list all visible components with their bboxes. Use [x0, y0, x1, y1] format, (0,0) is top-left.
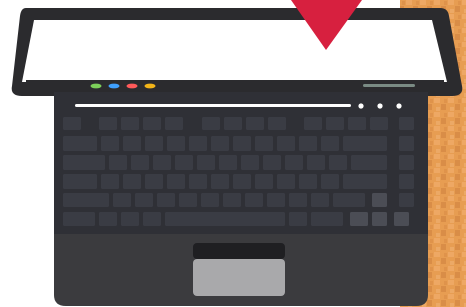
keyboard-key[interactable]: [211, 174, 229, 189]
taskbar-dot: [144, 83, 156, 89]
keyboard-key[interactable]: [263, 155, 281, 170]
keyboard-key[interactable]: [372, 212, 387, 226]
keyboard-key[interactable]: [167, 136, 185, 151]
keyboard-key[interactable]: [63, 136, 97, 151]
touchpad-bar: [193, 243, 285, 259]
keyboard-key[interactable]: [131, 155, 149, 170]
keyboard-key[interactable]: [211, 136, 229, 151]
keyboard-key[interactable]: [268, 117, 286, 130]
keyboard-key[interactable]: [63, 193, 109, 207]
laptop-scene: [11, 0, 466, 307]
keyboard-key[interactable]: [343, 174, 387, 189]
keyboard-key[interactable]: [329, 155, 347, 170]
keyboard-key[interactable]: [153, 155, 171, 170]
keyboard-key[interactable]: [145, 136, 163, 151]
keyboard-key[interactable]: [101, 174, 119, 189]
keyboard-key[interactable]: [277, 136, 295, 151]
keyboard-key[interactable]: [101, 136, 119, 151]
touchpad[interactable]: [193, 259, 285, 296]
keyboard-key[interactable]: [189, 174, 207, 189]
keyboard-key[interactable]: [167, 174, 185, 189]
keyboard-key[interactable]: [299, 174, 317, 189]
speaker-line: [75, 104, 351, 107]
keyboard-key[interactable]: [289, 193, 307, 207]
keyboard-key[interactable]: [123, 174, 141, 189]
keyboard-key[interactable]: [165, 117, 183, 130]
keyboard-key[interactable]: [99, 117, 117, 130]
keyboard-key[interactable]: [255, 136, 273, 151]
keyboard-key[interactable]: [321, 136, 339, 151]
keyboard-key[interactable]: [63, 174, 97, 189]
keyboard-key[interactable]: [63, 117, 81, 130]
keyboard-key[interactable]: [399, 174, 414, 189]
keyboard-key[interactable]: [333, 193, 365, 207]
keyboard-key[interactable]: [399, 155, 414, 170]
taskbar-dot: [108, 83, 120, 89]
keyboard-key[interactable]: [175, 155, 193, 170]
keyboard-key[interactable]: [121, 212, 139, 226]
keyboard-key[interactable]: [233, 136, 251, 151]
laptop-screen: [22, 20, 447, 82]
keyboard-key[interactable]: [241, 155, 259, 170]
keyboard-key[interactable]: [109, 155, 127, 170]
keyboard-key[interactable]: [399, 117, 414, 130]
keyboard-key[interactable]: [321, 174, 339, 189]
keyboard-key[interactable]: [202, 117, 220, 130]
keyboard-key[interactable]: [311, 193, 329, 207]
keyboard-key[interactable]: [343, 136, 387, 151]
keyboard-key[interactable]: [233, 174, 251, 189]
keyboard-key[interactable]: [135, 193, 153, 207]
keyboard-key[interactable]: [399, 136, 414, 151]
taskbar-dot: [90, 83, 102, 89]
keyboard-key[interactable]: [223, 193, 241, 207]
keyboard-key[interactable]: [179, 193, 197, 207]
keyboard-key[interactable]: [399, 193, 414, 207]
keyboard-key[interactable]: [201, 193, 219, 207]
keyboard-key[interactable]: [189, 136, 207, 151]
taskbar-highlight: [363, 84, 415, 87]
keyboard-key[interactable]: [267, 193, 285, 207]
keyboard-key[interactable]: [372, 193, 387, 207]
keyboard-key[interactable]: [63, 155, 105, 170]
keyboard-key[interactable]: [326, 117, 344, 130]
keyboard-key[interactable]: [351, 155, 387, 170]
keyboard-key[interactable]: [123, 136, 141, 151]
keyboard-key[interactable]: [304, 117, 322, 130]
keyboard-key[interactable]: [145, 174, 163, 189]
keyboard-key[interactable]: [224, 117, 242, 130]
keyboard-key[interactable]: [165, 212, 285, 226]
keyboard-key[interactable]: [350, 212, 368, 226]
keyboard-key[interactable]: [394, 212, 409, 226]
keyboard-key[interactable]: [113, 193, 131, 207]
keyboard-key[interactable]: [289, 212, 307, 226]
keyboard-key[interactable]: [219, 155, 237, 170]
keyboard-key[interactable]: [246, 117, 264, 130]
keyboard-key[interactable]: [143, 117, 161, 130]
keyboard-key[interactable]: [143, 212, 161, 226]
keyboard-key[interactable]: [63, 212, 95, 226]
keyboard-key[interactable]: [245, 193, 263, 207]
keyboard-key[interactable]: [311, 212, 343, 226]
keyboard-key[interactable]: [157, 193, 175, 207]
keyboard-key[interactable]: [285, 155, 303, 170]
keyboard-key[interactable]: [255, 174, 273, 189]
taskbar-dot: [126, 83, 138, 89]
keyboard-key[interactable]: [99, 212, 117, 226]
keyboard-key[interactable]: [299, 136, 317, 151]
keyboard-key[interactable]: [277, 174, 295, 189]
keyboard-key[interactable]: [307, 155, 325, 170]
keyboard-key[interactable]: [197, 155, 215, 170]
keyboard-key[interactable]: [348, 117, 366, 130]
keyboard-key[interactable]: [370, 117, 388, 130]
keyboard-key[interactable]: [121, 117, 139, 130]
